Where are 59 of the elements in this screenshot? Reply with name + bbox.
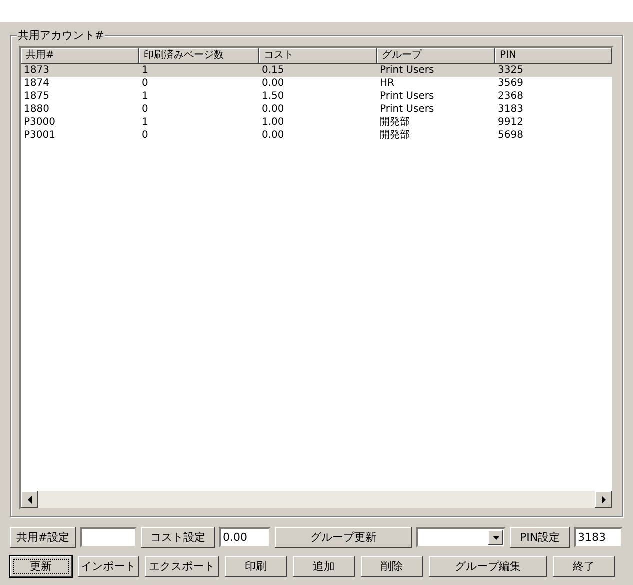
right-arrow-icon	[600, 496, 606, 504]
table-cell-text: 1	[141, 64, 150, 77]
table-cell-text: HR	[379, 77, 396, 90]
table-cell-text: 1873	[23, 64, 50, 77]
table-cell-text: 0.00	[261, 129, 286, 142]
column-header[interactable]: 印刷済みページ数	[139, 48, 259, 64]
input-field[interactable]: 3183	[574, 527, 623, 548]
action-button[interactable]: インポート	[78, 556, 139, 577]
table-cell-text: 9912	[497, 116, 524, 129]
table-cell-text: 3569	[497, 77, 524, 90]
action-button[interactable]: エクスポート	[145, 556, 219, 577]
table-cell-text: Print Users	[379, 90, 436, 103]
table-cell-text: 2368	[497, 90, 524, 103]
table-cell-text: 1	[141, 90, 150, 103]
dropdown-arrow-icon	[492, 534, 498, 542]
table-cell-text: 0.00	[261, 103, 286, 116]
column-header[interactable]: PIN	[495, 48, 612, 64]
set-button[interactable]: 共用#設定	[10, 527, 76, 548]
group-title: 共用アカウント#	[17, 29, 106, 42]
left-arrow-icon	[26, 496, 32, 504]
table-cell-text: 0	[141, 103, 150, 116]
table-cell-text: P3000	[23, 116, 56, 129]
table-cell-text: Print Users	[379, 103, 436, 116]
table-cell-text: 0.00	[261, 77, 286, 90]
table-cell-text: P3001	[23, 129, 56, 142]
action-button[interactable]: グループ編集	[429, 556, 547, 577]
column-header[interactable]: 共用#	[21, 48, 139, 64]
table-cell-text: 1875	[23, 90, 50, 103]
column-header[interactable]: グループ	[377, 48, 495, 64]
set-button[interactable]: PIN設定	[510, 527, 570, 548]
table-cell-text: 0.15	[261, 64, 286, 77]
action-button[interactable]: 追加	[293, 556, 355, 577]
table-cell-text: 開発部	[379, 116, 411, 129]
table-cell-text: 3325	[497, 64, 524, 77]
group-dropdown[interactable]	[416, 527, 506, 548]
table-cell-text: 3183	[497, 103, 524, 116]
table-cell-text: 開発部	[379, 129, 411, 142]
account-list[interactable]: 共用# 印刷済みページ数 コスト グループ PIN 1873 1 0.15 Print Users 3325 1874 0 0.00 HR 3569 1875 1 1.50 Print Users 2368 1880 0 0.00 Print Users 3183 P3000 1 1.00 開発部 9912 P3001 0 0.00 開発部 5698	[19, 46, 614, 510]
table-cell-text: 0	[141, 77, 150, 90]
scroll-right-button[interactable]	[595, 491, 612, 508]
input-field[interactable]: 0.00	[219, 527, 271, 548]
action-button[interactable]: 更新	[10, 556, 72, 577]
table-cell-text: 1	[141, 116, 150, 129]
set-button[interactable]: コスト設定	[141, 527, 215, 548]
action-button[interactable]: 終了	[553, 556, 615, 577]
action-button[interactable]: 印刷	[225, 556, 287, 577]
group-update-button[interactable]: グループ更新	[275, 527, 412, 548]
action-button[interactable]: 削除	[361, 556, 423, 577]
scroll-left-button[interactable]	[21, 491, 38, 508]
table-cell-text: 1880	[23, 103, 50, 116]
table-row[interactable]: 1873 1 0.15 Print Users 3325	[21, 64, 612, 77]
column-header[interactable]: コスト	[259, 48, 377, 64]
table-cell-text: 1.00	[261, 116, 286, 129]
table-cell-text: Print Users	[379, 64, 436, 77]
table-cell-text: 5698	[497, 129, 524, 142]
input-field[interactable]	[80, 527, 137, 548]
table-cell-text: 0	[141, 129, 150, 142]
table-cell-text: 1874	[23, 77, 50, 90]
table-cell-text: 1.50	[261, 90, 286, 103]
